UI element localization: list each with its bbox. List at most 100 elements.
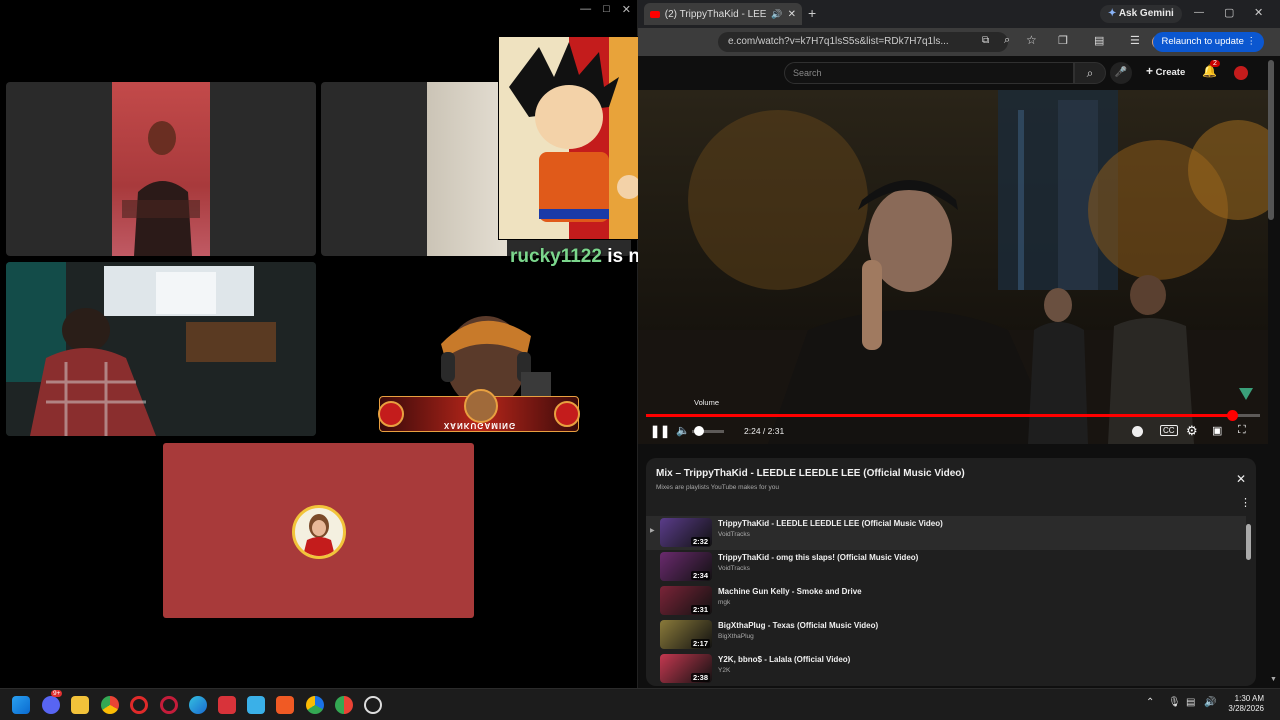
channel-name[interactable]: mgk (718, 599, 730, 606)
url-bar[interactable]: e.com/watch?v=k7H7q1lsS5s&list=RDk7H7q1l… (718, 32, 1008, 52)
search-button[interactable]: ⌕ (1074, 62, 1106, 84)
tab-close-icon[interactable]: ✕ (788, 9, 796, 20)
close-playlist-icon[interactable]: ✕ (1236, 472, 1246, 486)
avatar (292, 505, 346, 559)
tab-bar: (2) TrippyThaKid - LEEDLE L 🔊 ✕ + ✦ Ask … (638, 0, 1280, 28)
playlist-item[interactable]: 2:34 TrippyThaKid - omg this slaps! (Offi… (646, 550, 1246, 584)
progress-scrubber[interactable] (1226, 410, 1238, 421)
split-view-icon[interactable]: ▤ (1094, 34, 1104, 47)
notifications-button[interactable]: 🔔 2 (1202, 60, 1220, 78)
microphone-tray-icon[interactable]: 🎙 (1168, 697, 1181, 708)
video-title[interactable]: Machine Gun Kelly - Smoke and Drive (718, 587, 862, 596)
video-title[interactable]: TrippyThaKid - LEEDLE LEEDLE LEE (Offici… (718, 519, 943, 528)
account-avatar[interactable] (1234, 66, 1248, 80)
subtitles-icon[interactable]: CC (1160, 425, 1178, 436)
playlist-title[interactable]: Mix – TrippyThaKid - LEEDLE LEEDLE LEE (… (656, 468, 965, 479)
video-title[interactable]: BigXthaPlug - Texas (Official Music Vide… (718, 621, 878, 630)
video-title[interactable]: TrippyThaKid - omg this slaps! (Official… (718, 553, 918, 562)
participant-tile-3[interactable] (6, 262, 316, 436)
participant-tile-5[interactable] (163, 443, 474, 618)
pause-button[interactable]: ❚❚ (650, 424, 670, 438)
plus-icon: + (1146, 64, 1154, 78)
more-menu-icon: ⋮ (1246, 36, 1257, 47)
clock[interactable]: 1:30 AM 3/28/2026 (1222, 694, 1264, 714)
chrome-canary-icon[interactable] (364, 696, 382, 714)
playlist-item[interactable]: 2:38 Y2K, bbno$ - Lalala (Official Video)… (646, 652, 1246, 686)
opera-icon[interactable] (130, 696, 148, 714)
tab-youtube[interactable]: (2) TrippyThaKid - LEEDLE L 🔊 ✕ (644, 3, 802, 25)
playlist-item[interactable]: ▶ 2:32 TrippyThaKid - LEEDLE LEEDLE LEE (O… (646, 516, 1246, 550)
playlist-scrollbar[interactable] (1246, 514, 1251, 684)
scrollbar-thumb[interactable] (1246, 524, 1251, 560)
chrome-icon[interactable] (101, 696, 119, 714)
ask-gemini-button[interactable]: ✦ Ask Gemini (1100, 5, 1182, 23)
chrome-beta-icon[interactable] (306, 696, 324, 714)
video-player[interactable]: Volume (638, 90, 1268, 444)
show-hidden-icons-icon[interactable]: ⌃ (1146, 697, 1154, 708)
maximize-button[interactable]: ▢ (1224, 6, 1234, 19)
voice-search-button[interactable]: 🎤 (1110, 62, 1132, 84)
channel-name[interactable]: VoidTracks (718, 565, 750, 572)
fullscreen-icon[interactable]: ⛶ (1238, 424, 1246, 437)
discord-icon[interactable]: 9+ (42, 690, 63, 714)
edge-icon[interactable] (189, 696, 207, 714)
create-button[interactable]: + Create (1146, 64, 1185, 78)
minimize-button[interactable]: — (580, 3, 591, 16)
channel-name[interactable]: Y2K (718, 667, 730, 674)
zoom-icon[interactable]: ⌕ (1004, 34, 1010, 47)
network-icon[interactable]: ▤ (1186, 697, 1195, 708)
page-scrollbar-bottom-arrow[interactable]: ▼ (1270, 676, 1277, 683)
minimize-button[interactable]: — (1194, 7, 1204, 18)
call-window-controls: — □ ✕ (580, 3, 631, 16)
miniplayer-icon[interactable]: ▣ (1212, 424, 1222, 437)
opera-gx-icon[interactable] (160, 696, 178, 714)
autoplay-toggle[interactable] (1132, 426, 1143, 437)
playlist-item[interactable]: 2:17 BigXthaPlug - Texas (Official Music … (646, 618, 1246, 652)
participant-video (112, 82, 210, 256)
page-scrollbar[interactable] (1268, 60, 1274, 220)
maximize-button[interactable]: □ (603, 3, 610, 16)
video-thumbnail[interactable]: 2:34 (660, 552, 712, 581)
playlist-menu-icon[interactable]: ⋮ (1240, 496, 1251, 509)
bookmark-star-icon[interactable]: ☆ (1026, 33, 1037, 47)
volume-slider[interactable] (692, 426, 724, 436)
video-thumbnail[interactable]: 2:17 (660, 620, 712, 649)
new-tab-button[interactable]: + (808, 5, 816, 21)
streamer-banner: XANKUGAMING (378, 389, 580, 432)
video-controls: ❚❚ 🔈 2:24 / 2:31 CC ⚙ ▣ ⛶ (638, 410, 1268, 444)
extensions-icon[interactable]: ❐ (1058, 34, 1068, 47)
brave-icon[interactable] (276, 696, 294, 714)
video-thumbnail[interactable]: 2:31 (660, 586, 712, 615)
vivaldi-icon[interactable] (218, 696, 236, 714)
channel-name[interactable]: VoidTracks (718, 531, 750, 538)
playlist-item[interactable]: 2:31 Machine Gun Kelly - Smoke and Drive m… (646, 584, 1246, 618)
banner-avatar (464, 389, 498, 423)
participant-tile-4[interactable]: XANKUGAMING (321, 262, 631, 436)
windows-start-icon[interactable] (12, 696, 30, 714)
clock-date: 3/28/2026 (1228, 704, 1264, 713)
tab-search-icon[interactable]: ☰ (1130, 34, 1140, 47)
volume-slider-handle[interactable] (694, 426, 704, 436)
channel-name[interactable]: BigXthaPlug (718, 633, 754, 640)
close-button[interactable]: ✕ (1254, 6, 1263, 19)
speaker-icon[interactable]: 🔊 (771, 9, 782, 20)
notepad-icon[interactable] (247, 696, 265, 714)
search-input[interactable]: Search (784, 62, 1074, 84)
progress-bar[interactable] (646, 410, 1260, 421)
chrome-dev-icon[interactable] (335, 696, 353, 714)
create-label: Create (1155, 67, 1186, 78)
volume-tray-icon[interactable]: 🔊 (1204, 697, 1216, 708)
video-thumbnail[interactable]: 2:38 (660, 654, 712, 683)
close-button[interactable]: ✕ (622, 3, 631, 16)
video-thumbnail[interactable]: 2:32 (660, 518, 712, 547)
participant-tile-1[interactable] (6, 82, 316, 256)
search-icon: ⌕ (1086, 66, 1094, 80)
clock-time: 1:30 AM (1234, 694, 1264, 703)
file-explorer-icon[interactable] (71, 696, 89, 714)
video-duration: 2:17 (690, 639, 710, 648)
volume-button[interactable]: 🔈 (676, 424, 690, 437)
relaunch-button[interactable]: Relaunch to update ⋮ (1153, 32, 1264, 52)
install-app-icon[interactable]: ⧉ (982, 35, 989, 46)
video-title[interactable]: Y2K, bbno$ - Lalala (Official Video) (718, 655, 850, 664)
settings-gear-icon[interactable]: ⚙ (1186, 423, 1198, 439)
